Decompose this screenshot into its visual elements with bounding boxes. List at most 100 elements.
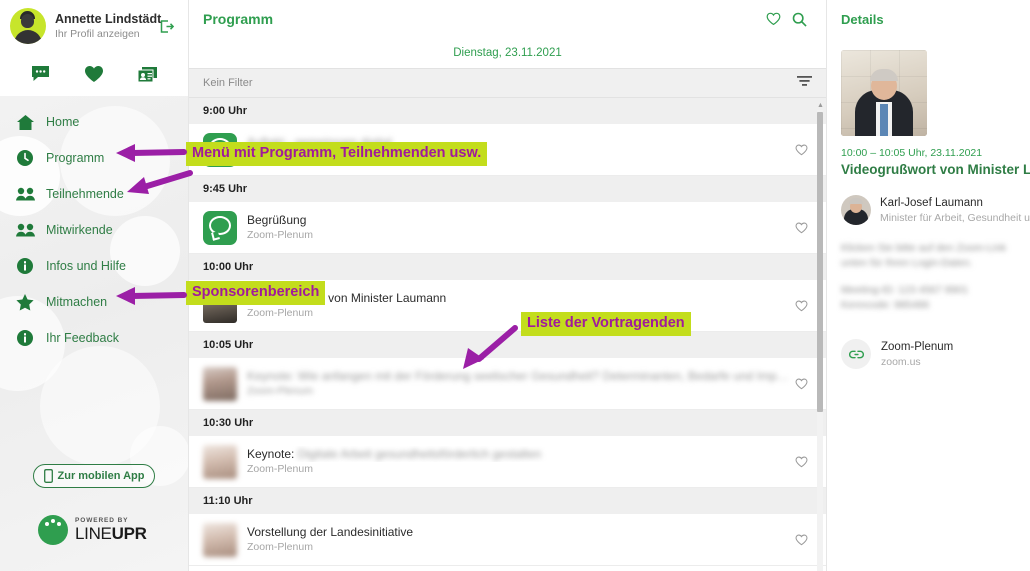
sidebar-nav: Home Programm Teilnehmende Mitwirkende I… xyxy=(0,96,188,356)
profile-name: Annette Lindstädt xyxy=(55,11,162,26)
brand-name-light: LINE xyxy=(75,523,112,543)
speaker-role: Minister für Arbeit, Gesundheit und S xyxy=(880,211,1030,224)
time-label: 9:00 Uhr xyxy=(203,105,248,117)
time-header: 11:10 Uhr xyxy=(189,488,826,514)
heart-icon[interactable] xyxy=(67,65,120,83)
session-title: Keynote: Digitale Arbeit gesundheitsförd… xyxy=(247,447,542,461)
contacts-icon[interactable] xyxy=(121,66,174,83)
star-icon xyxy=(14,293,36,311)
date-bar: Dienstag, 23.11.2021 xyxy=(189,38,826,68)
main-header: Programm xyxy=(189,0,826,38)
session-row[interactable]: Begrüßung Zoom-Plenum xyxy=(189,202,826,254)
lineupr-logo: POWERED BY LINEUPR xyxy=(38,515,147,545)
annotation-label-sponsorenbereich: Sponsorenbereich xyxy=(186,281,326,305)
time-header: 10:00 Uhr xyxy=(189,254,826,280)
filter-bar[interactable]: Kein Filter xyxy=(189,68,826,98)
details-paragraph: Klicken Sie bitte auf den Zoom-Link unte… xyxy=(841,242,1007,269)
sidebar-item-ihr-feedback[interactable]: Ihr Feedback xyxy=(0,320,188,356)
time-label: 9:45 Uhr xyxy=(203,183,248,195)
link-icon xyxy=(841,339,871,369)
session-subtitle: Zoom-Plenum xyxy=(247,307,313,319)
date-label: Dienstag, 23.11.2021 xyxy=(453,47,562,59)
scroll-up-arrow[interactable]: ▲ xyxy=(817,102,824,109)
people-icon xyxy=(14,223,36,237)
link-name: Zoom-Plenum xyxy=(881,340,954,353)
sidebar-item-label: Mitmachen xyxy=(46,295,108,309)
details-body: Klicken Sie bitte auf den Zoom-Link unte… xyxy=(841,241,1016,313)
info-icon xyxy=(14,330,36,346)
time-label: 10:00 Uhr xyxy=(203,261,254,273)
time-header: 9:45 Uhr xyxy=(189,176,826,202)
session-favorite-icon[interactable] xyxy=(790,300,812,312)
app-root: Annette Lindstädt Ihr Profil anzeigen Ho… xyxy=(0,0,1030,571)
people-icon xyxy=(14,187,36,201)
session-subtitle: Zoom-Plenum xyxy=(247,229,313,241)
session-thumbnail xyxy=(203,444,237,479)
time-header: 10:30 Uhr xyxy=(189,410,826,436)
time-label: 10:05 Uhr xyxy=(203,339,254,351)
speaker-name: Karl-Josef Laumann xyxy=(880,196,983,209)
annotation-arrow-programm xyxy=(116,144,187,162)
quick-icons-row xyxy=(0,52,188,96)
search-icon[interactable] xyxy=(786,6,812,32)
time-header: 9:00 Uhr xyxy=(189,98,826,124)
session-subtitle: Zoom-Plenum xyxy=(247,541,313,553)
phone-icon xyxy=(43,469,53,483)
session-title: Vorstellung der Landesinitiative xyxy=(247,525,414,539)
sidebar-item-label: Infos und Hilfe xyxy=(46,259,126,273)
sidebar-item-infos-und-hilfe[interactable]: Infos und Hilfe xyxy=(0,248,188,284)
profile-text: Annette Lindstädt Ihr Profil anzeigen xyxy=(55,11,162,41)
favorites-heart-icon[interactable] xyxy=(760,6,786,32)
details-hero-image xyxy=(841,50,927,136)
session-favorite-icon[interactable] xyxy=(790,222,812,234)
time-label: 10:30 Uhr xyxy=(203,417,254,429)
details-speaker-row[interactable]: Karl-Josef Laumann Minister für Arbeit, … xyxy=(841,195,1030,225)
session-favorite-icon[interactable] xyxy=(790,378,812,390)
link-url: zoom.us xyxy=(881,355,921,368)
info-icon xyxy=(14,258,36,274)
avatar xyxy=(10,8,46,44)
session-row[interactable]: Vorstellung der Landesinitiative Zoom-Pl… xyxy=(189,514,826,566)
annotation-arrow-mitmachen xyxy=(116,287,187,305)
sidebar-item-label: Ihr Feedback xyxy=(46,331,119,345)
brand-name-bold: UPR xyxy=(111,523,147,543)
time-label: 11:10 Uhr xyxy=(203,495,253,507)
session-title-redacted: Digitale Arbeit gesundheitsförderlich ge… xyxy=(297,447,542,461)
sidebar-item-home[interactable]: Home xyxy=(0,104,188,140)
clock-icon xyxy=(14,150,36,166)
session-favorite-icon[interactable] xyxy=(790,456,812,468)
page-title: Programm xyxy=(203,11,274,27)
sidebar-item-label: Home xyxy=(46,115,80,129)
session-title: Begrüßung xyxy=(247,213,307,227)
sidebar-item-label: Mitwirkende xyxy=(46,223,113,237)
session-thumbnail xyxy=(203,210,237,245)
annotation-label-vortragende: Liste der Vortragenden xyxy=(521,312,691,336)
details-paragraph: Meeting-ID: 123 4567 8901 Kenncode: 9854… xyxy=(841,284,969,311)
annotation-label-menu: Menü mit Programm, Teilnehmenden usw. xyxy=(186,142,488,166)
mobile-app-button[interactable]: Zur mobilen App xyxy=(33,464,155,488)
sidebar-item-mitwirkende[interactable]: Mitwirkende xyxy=(0,212,188,248)
annotation-arrow-teilnehmende xyxy=(127,170,193,194)
list-scrollbar[interactable]: ▲ xyxy=(816,102,824,571)
session-row[interactable]: Keynote: Digitale Arbeit gesundheitsförd… xyxy=(189,436,826,488)
sidebar-item-label: Programm xyxy=(46,151,105,165)
session-favorite-icon[interactable] xyxy=(790,144,812,156)
details-link-row[interactable]: Zoom-Plenum zoom.us xyxy=(841,339,1030,369)
session-subtitle: Zoom-Plenum xyxy=(247,385,313,397)
details-time: 10:00 – 10:05 Uhr, 23.11.2021 xyxy=(841,147,983,159)
logout-icon[interactable] xyxy=(154,14,178,38)
user-profile[interactable]: Annette Lindstädt Ihr Profil anzeigen xyxy=(0,0,188,52)
details-panel: Details 10:00 – 10:05 Uhr, 23.11.2021 Vi… xyxy=(826,0,1030,571)
session-subtitle: Zoom-Plenum xyxy=(247,463,313,475)
chat-icon[interactable] xyxy=(14,65,67,83)
filter-label: Kein Filter xyxy=(203,77,253,89)
mobile-app-button-label: Zur mobilen App xyxy=(57,470,145,482)
sidebar-item-label: Teilnehmende xyxy=(46,187,124,201)
details-session-title: Videogrußwort von Minister Lau xyxy=(841,162,1030,177)
filter-icon[interactable] xyxy=(797,74,812,92)
details-title: Details xyxy=(841,11,884,27)
session-favorite-icon[interactable] xyxy=(790,534,812,546)
home-icon xyxy=(14,114,36,130)
lineupr-mark-icon xyxy=(38,515,68,545)
scrollbar-thumb[interactable] xyxy=(817,112,823,412)
